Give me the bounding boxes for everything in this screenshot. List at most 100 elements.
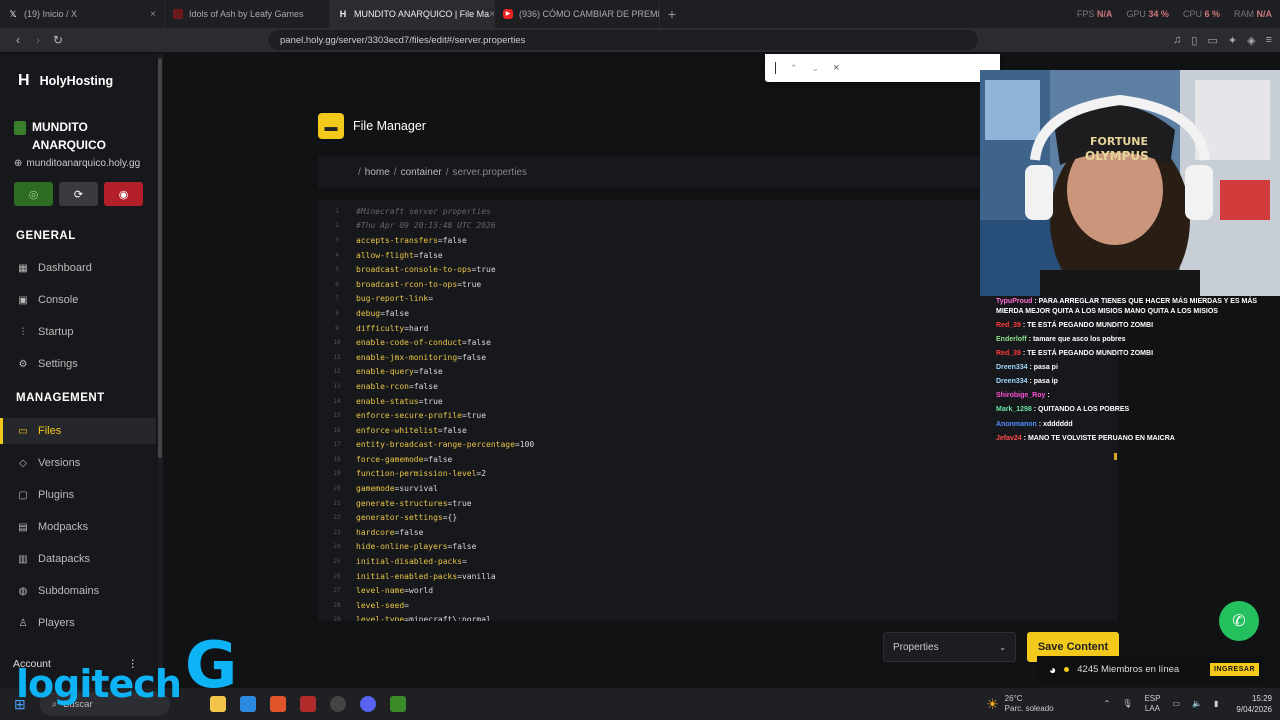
breadcrumb-file: server.properties	[452, 166, 527, 178]
sidebar-item-plugins[interactable]: ▢ Plugins	[0, 482, 156, 508]
chat-username[interactable]: Jefav24	[996, 435, 1022, 442]
chat-username[interactable]: Dreen334	[996, 378, 1028, 385]
app-icon[interactable]	[299, 696, 316, 712]
chat-username[interactable]: TypuProud	[996, 298, 1032, 305]
property-key: hide-online-players	[356, 542, 448, 552]
find-previous-icon[interactable]: ⌃	[790, 63, 798, 74]
tab-idols-of-ash[interactable]: Idols of Ash by Leafy Games	[165, 0, 330, 28]
shield-icon[interactable]: ◈	[1247, 34, 1255, 47]
server-info: MUNDITO ANARQUICO ⊕ munditoanarquico.hol…	[14, 118, 144, 169]
store-icon[interactable]	[239, 696, 256, 712]
sidebar-item-console[interactable]: ▣ Console	[0, 287, 156, 313]
sidebar-scrollbar[interactable]	[157, 54, 163, 688]
grid-icon: ▦	[18, 262, 28, 274]
media-icon[interactable]: ♫	[1173, 34, 1181, 47]
discord-taskbar-icon[interactable]	[359, 696, 376, 712]
line-number: 23	[333, 528, 341, 536]
microphone-icon[interactable]: 🎙	[1122, 699, 1132, 709]
brand-name: HolyHosting	[39, 74, 114, 88]
sidebar-item-startup[interactable]: ⫶ Startup	[0, 319, 156, 345]
property-key: accepts-transfers	[356, 235, 438, 245]
line-number: 5	[335, 266, 339, 274]
tab-file-manager[interactable]: H MUNDITO ANARQUICO | File Ma ×	[330, 0, 495, 28]
webcam-image: FORTUNE OLYMPUS	[980, 70, 1280, 296]
property-value: false	[384, 308, 410, 318]
folder-icon: ▭	[18, 425, 28, 437]
line-number: 25	[333, 558, 341, 566]
back-icon[interactable]: ‹	[8, 33, 28, 47]
chat-message: Jefav24 : MANO TE VOLVISTE PERUANO EN MA…	[996, 434, 1175, 442]
chat-username[interactable]: Mark_1298	[996, 406, 1032, 413]
breadcrumb-home[interactable]: home	[365, 167, 390, 178]
line-number: 21	[333, 499, 341, 507]
section-general: GENERAL	[16, 230, 76, 242]
close-icon[interactable]: ×	[150, 9, 156, 20]
restart-button[interactable]: ⟳	[59, 182, 98, 206]
online-dot	[1064, 667, 1070, 672]
language-indicator[interactable]: ESP LAA	[1144, 694, 1160, 714]
sidebar-item-settings[interactable]: ⚙ Settings	[0, 351, 156, 377]
sidebar-icon[interactable]: ▯	[1191, 34, 1197, 47]
find-input[interactable]	[775, 62, 776, 74]
sidebar-item-subdomains[interactable]: ◍ Subdomains	[0, 578, 156, 604]
breadcrumb-container[interactable]: container	[401, 167, 442, 178]
forward-icon[interactable]: ›	[28, 33, 48, 47]
clock[interactable]: 15:29 9/04/2026	[1236, 693, 1272, 715]
chat-username[interactable]: Shirobige_Roy	[996, 392, 1045, 399]
start-button[interactable]: ◎	[14, 182, 53, 206]
property-key: initial-enabled-packs	[356, 571, 458, 581]
sidebar-item-players[interactable]: ♙ Players	[0, 610, 156, 636]
wallet-icon[interactable]: ▭	[1207, 34, 1217, 47]
new-tab-button[interactable]: +	[660, 6, 684, 22]
code-line: 28 level-seed =	[318, 598, 1118, 613]
property-key: level-type	[356, 615, 405, 621]
chat-username[interactable]: Red_39	[996, 350, 1021, 357]
format-select[interactable]: Properties ⌄	[883, 632, 1016, 662]
battery-icon[interactable]: ▮	[1214, 699, 1218, 709]
network-icon[interactable]: ▭	[1172, 699, 1180, 709]
property-key: level-name	[356, 586, 405, 596]
line-number: 15	[333, 412, 341, 420]
extensions-icon[interactable]: ✦	[1228, 34, 1237, 47]
find-next-icon[interactable]: ⌄	[812, 63, 820, 74]
weather-widget[interactable]: ☀ 26°C Parc. soleado	[986, 694, 1053, 714]
sidebar-item-datapacks[interactable]: ▥ Datapacks	[0, 546, 156, 572]
sidebar-item-versions[interactable]: ◇ Versions	[0, 450, 156, 476]
discord-join-button[interactable]: INGRESAR	[1210, 663, 1259, 676]
chat-text: pasa pi	[1033, 364, 1058, 372]
code-line: 21 generate-structures = true	[318, 496, 1118, 511]
url-text: panel.holy.gg/server/3303ecd7/files/edit…	[280, 34, 526, 46]
obs-icon[interactable]	[329, 696, 346, 712]
server-status-icon	[14, 121, 26, 135]
globe-icon: ⊕	[14, 158, 23, 169]
reload-icon[interactable]: ↻	[48, 33, 68, 47]
property-key: enforce-whitelist	[356, 425, 438, 435]
chat-username[interactable]: Dreen334	[996, 364, 1028, 371]
chat-username[interactable]: Enderloff	[996, 336, 1027, 343]
close-icon[interactable]: ×	[833, 62, 839, 74]
property-key: level-seed	[356, 600, 405, 610]
stop-button[interactable]: ◉	[104, 182, 143, 206]
brave-icon[interactable]	[269, 696, 286, 712]
chat-message: Mark_1298 : QUITANDO A LOS POBRES	[996, 406, 1130, 414]
sidebar-item-modpacks[interactable]: ▤ Modpacks	[0, 514, 156, 540]
power-controls: ◎ ⟳ ◉	[14, 182, 143, 206]
chat-username[interactable]: Red_39	[996, 322, 1021, 329]
tab-twitter[interactable]: 𝕏 (19) Inicio / X ×	[0, 0, 165, 28]
property-key: difficulty	[356, 323, 405, 333]
sidebar-item-dashboard[interactable]: ▦ Dashboard	[0, 255, 156, 281]
chat-text: MANO TE VOLVISTE PERUANO EN MAICRA	[1027, 434, 1175, 442]
chat-username[interactable]: Anonmanon	[996, 421, 1037, 428]
tab-label: Idols of Ash by Leafy Games	[189, 9, 304, 19]
chevron-up-icon[interactable]: ⌃	[1104, 699, 1111, 709]
url-field[interactable]: panel.holy.gg/server/3303ecd7/files/edit…	[268, 30, 978, 50]
menu-icon[interactable]: ≡	[1266, 34, 1272, 47]
brand[interactable]: H HolyHosting	[18, 72, 113, 90]
sidebar-item-files[interactable]: ▭ Files	[0, 418, 156, 444]
tab-youtube[interactable]: ▶ (936) CÓMO CAMBIAR DE PREMIUM ×	[495, 0, 660, 28]
minecraft-icon[interactable]	[389, 696, 406, 712]
whatsapp-button[interactable]: ✆	[1219, 601, 1259, 641]
volume-icon[interactable]: 🔈	[1192, 699, 1202, 709]
code-line: 19 function-permission-level = 2	[318, 467, 1118, 482]
user-icon: ♙	[18, 617, 28, 629]
